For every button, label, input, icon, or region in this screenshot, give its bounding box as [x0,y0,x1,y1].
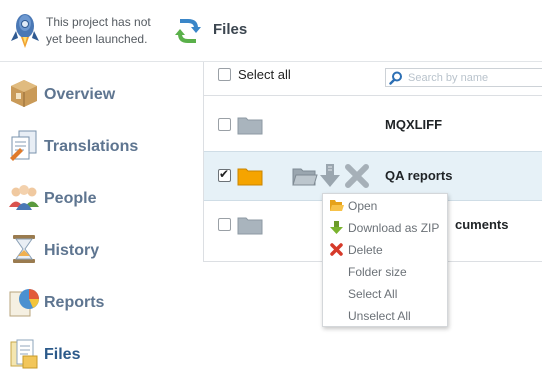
folder-icon [237,168,263,186]
context-menu-label: Unselect All [348,309,411,323]
sidebar-item-history[interactable]: History [0,222,200,274]
open-folder-icon [330,200,344,211]
context-menu-label: Delete [348,243,383,257]
pie-chart-icon [9,289,39,317]
sidebar-item-label: Reports [44,294,105,311]
file-name[interactable]: QA reports [385,168,452,183]
files-icon [10,339,38,369]
files-toolbar: Select all [204,62,542,96]
search-box[interactable] [385,68,542,87]
file-name[interactable]: cuments [455,217,508,232]
divider [204,95,542,96]
row-checkbox[interactable] [218,218,231,231]
context-menu-select-all[interactable]: Select All [323,283,447,305]
context-menu-label: Folder size [348,265,407,279]
sidebar-item-label: Files [44,346,81,363]
row-actions [292,162,372,190]
hourglass-icon [13,235,35,263]
sidebar-item-label: Translations [44,138,139,155]
select-all-checkbox[interactable] [218,68,231,81]
box-icon [11,80,37,107]
sidebar-item-reports[interactable]: Reports [0,274,200,326]
page-title: Files [213,21,248,38]
download-icon[interactable] [319,162,341,190]
delete-icon[interactable] [344,163,370,189]
context-menu-delete[interactable]: Delete [323,239,447,261]
search-icon [389,71,402,85]
context-menu-label: Select All [348,287,398,301]
context-menu-unselect-all[interactable]: Unselect All [323,305,447,327]
context-menu-download-zip[interactable]: Download as ZIP [323,217,447,239]
file-row[interactable]: MQXLIFF [204,101,542,149]
sidebar-item-label: People [44,190,97,207]
documents-icon [10,130,37,161]
context-menu-label: Open [348,199,378,213]
sidebar-item-overview[interactable]: Overview [0,66,200,118]
row-checkbox[interactable] [218,167,231,182]
select-all-label[interactable]: Select all [238,67,291,82]
sidebar-item-label: History [44,242,100,259]
row-checkbox[interactable] [218,118,231,131]
folder-icon [237,217,263,235]
rocket-icon [11,14,39,48]
search-input[interactable] [408,70,542,85]
sidebar-item-translations[interactable]: Translations [0,118,200,170]
top-bar: This project has not yet been launched. … [0,0,542,62]
context-menu: Open Download as ZIP Delete Folder size … [322,193,448,327]
open-folder-icon[interactable] [292,165,318,187]
folder-icon [237,117,263,135]
refresh-icon [175,19,201,43]
sidebar-item-label: Overview [44,86,116,103]
context-menu-open[interactable]: Open [323,195,447,217]
project-status-text: This project has not yet been launched. [46,15,151,46]
delete-icon [330,243,343,256]
file-name[interactable]: MQXLIFF [385,117,442,132]
context-menu-folder-size[interactable]: Folder size [323,261,447,283]
sidebar-item-people[interactable]: People [0,170,200,222]
sidebar-item-files[interactable]: Files [0,326,200,378]
sidebar: Overview Translations People History Rep… [0,62,200,384]
people-icon [9,185,39,210]
context-menu-label: Download as ZIP [348,221,440,235]
download-icon [330,221,343,234]
